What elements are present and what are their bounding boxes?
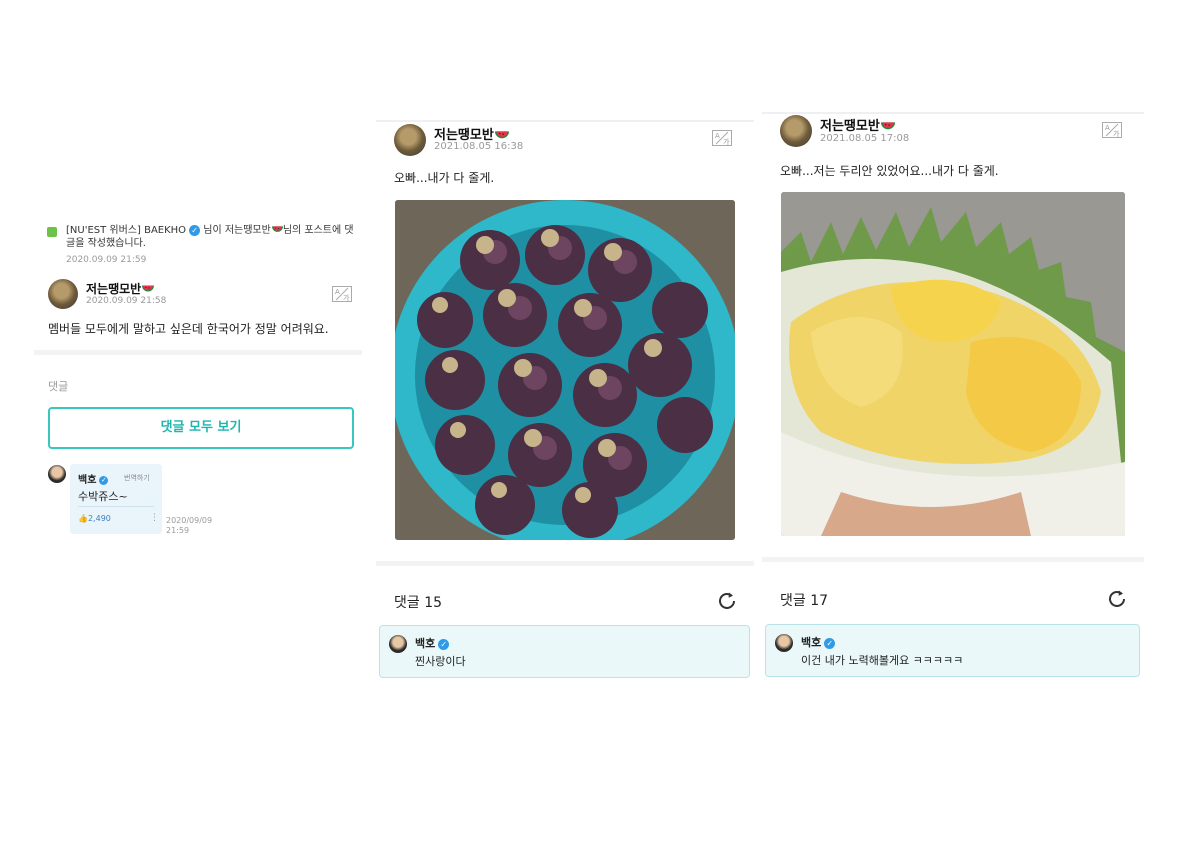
refresh-icon[interactable]: [716, 590, 738, 612]
thumbs-up-icon: 👍: [78, 514, 88, 523]
post-date: 2021.08.05 16:38: [434, 141, 524, 152]
translate-icon[interactable]: A가: [712, 130, 732, 146]
post-panel-mangosteen: 저는땡모반 2021.08.05 16:38 A가 오빠...내가 다 줄게.: [376, 120, 754, 685]
post-author-name: 저는땡모반: [86, 282, 142, 296]
comment-author[interactable]: 백호 ✓: [415, 635, 450, 651]
post-text: 멤버들 모두에게 말하고 싶은데 한국어가 정말 어려워요.: [48, 322, 329, 336]
svg-text:A: A: [1105, 124, 1110, 132]
author-avatar[interactable]: [48, 279, 78, 309]
watermelon-icon: [142, 285, 155, 292]
post-author-name: 저는땡모반: [820, 119, 880, 134]
watermelon-icon: [880, 121, 895, 129]
mangosteen-basket-illustration: [395, 200, 735, 540]
like-count: 2,490: [87, 514, 111, 523]
section-divider: [762, 557, 1144, 562]
like-button[interactable]: 👍2,490: [78, 514, 111, 523]
post-photo-durian[interactable]: [781, 192, 1125, 536]
refresh-icon[interactable]: [1106, 588, 1128, 610]
durian-illustration: [781, 192, 1125, 536]
post-photo-mangosteen[interactable]: [395, 200, 735, 540]
comment-author[interactable]: 백호 ✓: [801, 634, 836, 650]
svg-text:가: 가: [723, 137, 730, 146]
comments-count-label: 댓글 17: [780, 593, 829, 609]
comment-date-line2: 21:59: [166, 526, 190, 535]
comment-text: 이건 내가 노력해볼게요 ㅋㅋㅋㅋㅋ: [801, 654, 964, 667]
post-date: 2020.09.09 21:58: [86, 296, 167, 306]
svg-text:가: 가: [1113, 129, 1120, 138]
comment-author-name: 백호: [801, 636, 822, 649]
comment-divider: [78, 506, 154, 507]
verified-icon: ✓: [438, 638, 450, 650]
comment-card[interactable]: 백호 ✓ 이건 내가 노력해볼게요 ㅋㅋㅋㅋㅋ: [765, 624, 1140, 677]
post-text: 오빠...내가 다 줄게.: [394, 171, 495, 185]
commenter-avatar[interactable]: [775, 634, 793, 652]
section-divider: [34, 350, 362, 355]
more-icon[interactable]: ⋮: [150, 513, 159, 523]
top-edge: [762, 112, 1144, 114]
verified-icon: ✓: [189, 224, 201, 236]
post-text: 오빠...저는 두리안 있었어요...내가 다 줄게.: [780, 164, 999, 178]
comment-author-name: 백호: [78, 475, 97, 486]
svg-text:가: 가: [343, 293, 350, 302]
comments-label: 댓글: [48, 380, 69, 393]
comment-author-name: 백호: [415, 637, 436, 650]
section-divider: [376, 561, 754, 566]
notification-message[interactable]: [NU'EST 위버스] BAEKHO ✓ 님이 저는땡모반 님의 포스트에 댓글을…: [66, 224, 356, 250]
author-avatar[interactable]: [394, 124, 426, 156]
post-author[interactable]: 저는땡모반: [86, 280, 155, 297]
verified-icon: ✓: [824, 637, 836, 649]
post-panel-durian: 저는땡모반 2021.08.05 17:08 A가 오빠...저는 두리안 있었…: [762, 112, 1144, 682]
verified-icon: ✓: [99, 475, 109, 485]
svg-text:A: A: [715, 132, 720, 140]
notification-panel: [NU'EST 위버스] BAEKHO ✓ 님이 저는땡모반 님의 포스트에 댓글을…: [34, 210, 362, 550]
notification-app-icon: [47, 227, 57, 237]
notification-source: [NU'EST 위버스] BAEKHO: [66, 225, 187, 236]
comment-text: 찐사랑이다: [415, 655, 466, 668]
author-avatar[interactable]: [780, 115, 812, 147]
svg-text:A: A: [335, 288, 340, 296]
post-author[interactable]: 저는땡모반: [820, 115, 895, 134]
comment-bubble: 백호 ✓ 번역하기 수박쥬스~ 👍2,490 ⋮: [70, 464, 162, 534]
translate-button[interactable]: 번역하기: [124, 473, 150, 483]
commenter-avatar[interactable]: [48, 465, 66, 483]
notification-time: 2020.09.09 21:59: [66, 255, 147, 265]
comment-author[interactable]: 백호 ✓: [78, 471, 109, 486]
commenter-avatar[interactable]: [389, 635, 407, 653]
translate-icon[interactable]: A가: [1102, 122, 1122, 138]
comment-text: 수박쥬스~: [78, 490, 128, 503]
view-all-comments-button[interactable]: 댓글 모두 보기: [48, 407, 354, 449]
translate-icon[interactable]: A가: [332, 286, 352, 302]
watermelon-icon: [271, 226, 283, 232]
comment-card[interactable]: 백호 ✓ 찐사랑이다: [379, 625, 750, 678]
watermelon-icon: [494, 130, 509, 138]
notification-text-part1: 님이 저는땡모반: [200, 225, 271, 236]
comment-date-line1: 2020/09/09: [166, 516, 213, 525]
top-edge: [376, 120, 754, 122]
comments-count-label: 댓글 15: [394, 595, 443, 611]
post-date: 2021.08.05 17:08: [820, 133, 910, 144]
